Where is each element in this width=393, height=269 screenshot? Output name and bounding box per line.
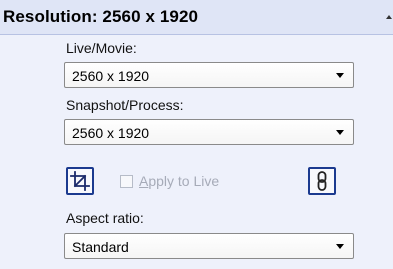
snapshot-process-label: Snapshot/Process: [66, 97, 184, 113]
panel-header[interactable]: Resolution: 2560 x 1920 [0, 0, 393, 35]
live-movie-dropdown[interactable]: 2560 x 1920 [64, 62, 354, 88]
link-aspect-button[interactable] [308, 167, 336, 195]
panel-title: Resolution: 2560 x 1920 [3, 7, 199, 26]
resolution-panel: Resolution: 2560 x 1920 Live/Movie: 2560… [0, 0, 393, 269]
apply-to-live-label: Apply to Live [139, 173, 220, 189]
apply-to-live-checkbox[interactable] [120, 175, 133, 188]
snapshot-process-value: 2560 x 1920 [72, 125, 150, 141]
chevron-down-icon [336, 73, 344, 78]
snapshot-process-dropdown[interactable]: 2560 x 1920 [64, 119, 354, 145]
collapse-arrow-icon[interactable] [386, 15, 392, 19]
live-movie-value: 2560 x 1920 [72, 68, 150, 84]
chevron-down-icon [336, 244, 344, 249]
aspect-ratio-dropdown[interactable]: Standard [64, 233, 354, 259]
chevron-down-icon [336, 130, 344, 135]
live-movie-label: Live/Movie: [66, 40, 137, 56]
aspect-ratio-value: Standard [72, 239, 129, 255]
link-icon [317, 171, 327, 191]
crop-button[interactable] [66, 167, 94, 195]
crop-icon [70, 171, 90, 191]
aspect-ratio-label: Aspect ratio: [66, 210, 144, 226]
